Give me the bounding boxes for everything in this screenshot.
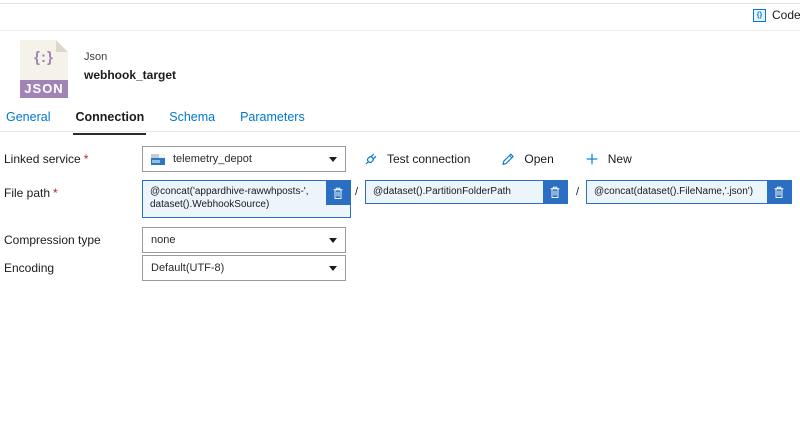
delete-file-button[interactable]: [767, 181, 791, 203]
encoding-value: Default(UTF-8): [151, 262, 225, 274]
encoding-label: Encoding: [4, 261, 55, 275]
file-path-directory-field[interactable]: @dataset().PartitionFolderPath: [365, 180, 568, 204]
chevron-down-icon: [329, 156, 337, 162]
linked-service-label: Linked service *: [4, 152, 89, 166]
compression-type-value: none: [151, 234, 176, 246]
code-button[interactable]: {} Code: [753, 8, 800, 22]
test-connection-label: Test connection: [387, 152, 471, 166]
chevron-down-icon: [329, 265, 337, 271]
delete-container-button[interactable]: [326, 181, 350, 205]
linked-service-actions: Test connection Open New: [362, 146, 632, 172]
tabs-divider: [0, 131, 800, 132]
linked-service-dropdown[interactable]: telemetry_depot: [142, 146, 346, 172]
page-fold: [56, 40, 68, 52]
compression-type-label: Compression type: [4, 233, 101, 247]
toolbar-divider: [0, 30, 800, 31]
linked-service-value: telemetry_depot: [173, 153, 252, 165]
trash-icon: [550, 186, 560, 198]
container-expression[interactable]: @concat('appardhive-rawwhposts-', datase…: [143, 181, 326, 214]
path-separator: /: [355, 186, 359, 198]
file-path-label: File path *: [4, 186, 58, 200]
json-icon-label: JSON: [20, 80, 68, 98]
test-connection-button[interactable]: Test connection: [362, 151, 470, 168]
plug-icon: [365, 153, 377, 164]
dataset-type-label: Json: [84, 51, 108, 63]
path-separator: /: [576, 186, 580, 198]
code-icon: {}: [753, 8, 766, 22]
json-file-icon: {:} JSON: [20, 40, 68, 98]
plus-icon: [586, 153, 598, 165]
dataset-header: Json webhook_target: [84, 51, 176, 82]
trash-icon: [333, 187, 343, 199]
trash-icon: [774, 186, 784, 198]
code-button-label: Code: [772, 8, 800, 22]
top-divider: [0, 3, 800, 4]
dataset-properties-panel: {} Code {:} JSON Json webhook_target Gen…: [0, 0, 800, 439]
new-label: New: [607, 152, 632, 166]
file-path-container-field[interactable]: @concat('appardhive-rawwhposts-', datase…: [142, 180, 351, 218]
pencil-icon: [502, 153, 515, 165]
open-button[interactable]: Open: [500, 151, 554, 167]
chevron-down-icon: [329, 237, 337, 243]
delete-directory-button[interactable]: [543, 181, 567, 203]
file-path-file-field[interactable]: @concat(dataset().FileName,'.json'): [586, 180, 792, 204]
compression-type-dropdown[interactable]: none: [142, 227, 346, 253]
file-expression[interactable]: @concat(dataset().FileName,'.json'): [587, 181, 767, 201]
encoding-dropdown[interactable]: Default(UTF-8): [142, 255, 346, 281]
required-marker: *: [53, 186, 58, 200]
required-marker: *: [83, 152, 89, 166]
new-button[interactable]: New: [584, 151, 632, 167]
open-label: Open: [524, 152, 554, 166]
directory-expression[interactable]: @dataset().PartitionFolderPath: [366, 181, 543, 201]
dataset-name: webhook_target: [84, 68, 177, 82]
blob-storage-icon: [151, 153, 165, 165]
